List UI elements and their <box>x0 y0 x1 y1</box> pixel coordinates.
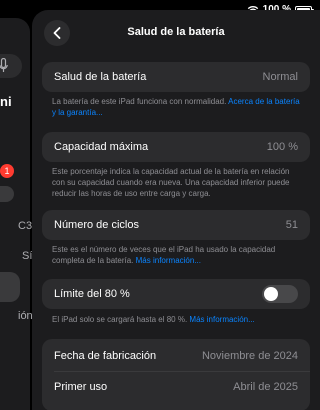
first-use-row: Primer uso Abril de 2025 <box>42 372 310 402</box>
sidebar-item-si: Sí <box>22 250 33 262</box>
sidebar-search-field[interactable] <box>0 54 22 78</box>
limit-toggle[interactable] <box>262 285 298 303</box>
health-note-text: La batería de este iPad funciona con nor… <box>52 97 227 106</box>
sidebar-item-highlight[interactable] <box>0 272 20 302</box>
dates-card: Fecha de fabricación Noviembre de 2024 P… <box>42 339 310 410</box>
capacity-label: Capacidad máxima <box>54 141 149 153</box>
battery-health-panel: Salud de la batería Salud de la batería … <box>32 10 320 410</box>
cycles-label: Número de ciclos <box>54 219 139 231</box>
microphone-icon[interactable] <box>0 58 8 74</box>
manufacture-label: Fecha de fabricación <box>54 350 157 362</box>
limit-card: Límite del 80 % <box>42 279 310 309</box>
limit-note-text: El iPad solo se cargará hasta el 80 %. <box>52 315 188 324</box>
health-card: Salud de la batería Normal <box>42 62 310 92</box>
health-value: Normal <box>262 71 298 83</box>
sidebar-item-ion: ión <box>18 310 33 322</box>
sidebar-toggle-fragment[interactable] <box>0 186 14 202</box>
cycles-more-info-link[interactable]: Más información... <box>136 256 201 265</box>
capacity-row: Capacidad máxima 100 % <box>42 132 310 162</box>
capacity-card: Capacidad máxima 100 % <box>42 132 310 162</box>
limit-more-info-link[interactable]: Más información... <box>189 315 254 324</box>
first-use-label: Primer uso <box>54 381 108 393</box>
cycles-row: Número de ciclos 51 <box>42 210 310 240</box>
health-row: Salud de la batería Normal <box>42 62 310 92</box>
first-use-value: Abril de 2025 <box>233 381 298 393</box>
sidebar-item-c3: C3 <box>18 220 33 232</box>
manufacture-row: Fecha de fabricación Noviembre de 2024 <box>42 339 310 371</box>
limit-label: Límite del 80 % <box>54 288 130 300</box>
limit-row: Límite del 80 % <box>42 279 310 309</box>
capacity-value: 100 % <box>266 141 298 153</box>
capacity-note: Este porcentaje indica la capacidad actu… <box>52 167 290 198</box>
cycles-note: Este es el número de veces que el iPad h… <box>52 244 302 266</box>
page-title: Salud de la batería <box>127 26 225 38</box>
cycles-card: Número de ciclos 51 <box>42 210 310 240</box>
limit-note: El iPad solo se cargará hasta el 80 %. M… <box>52 314 302 325</box>
screen: 100 % ni 1 C3 Sí ión Salud de la batería <box>0 0 320 410</box>
health-note: La batería de este iPad funciona con nor… <box>52 96 302 118</box>
toggle-knob <box>264 287 278 301</box>
sidebar-title-fragment: ni <box>0 94 12 109</box>
manufacture-value: Noviembre de 2024 <box>201 350 298 362</box>
sidebar: ni 1 C3 Sí ión <box>0 18 33 410</box>
health-label: Salud de la batería <box>54 71 147 83</box>
notification-badge: 1 <box>0 164 14 178</box>
cycles-value: 51 <box>285 219 298 231</box>
